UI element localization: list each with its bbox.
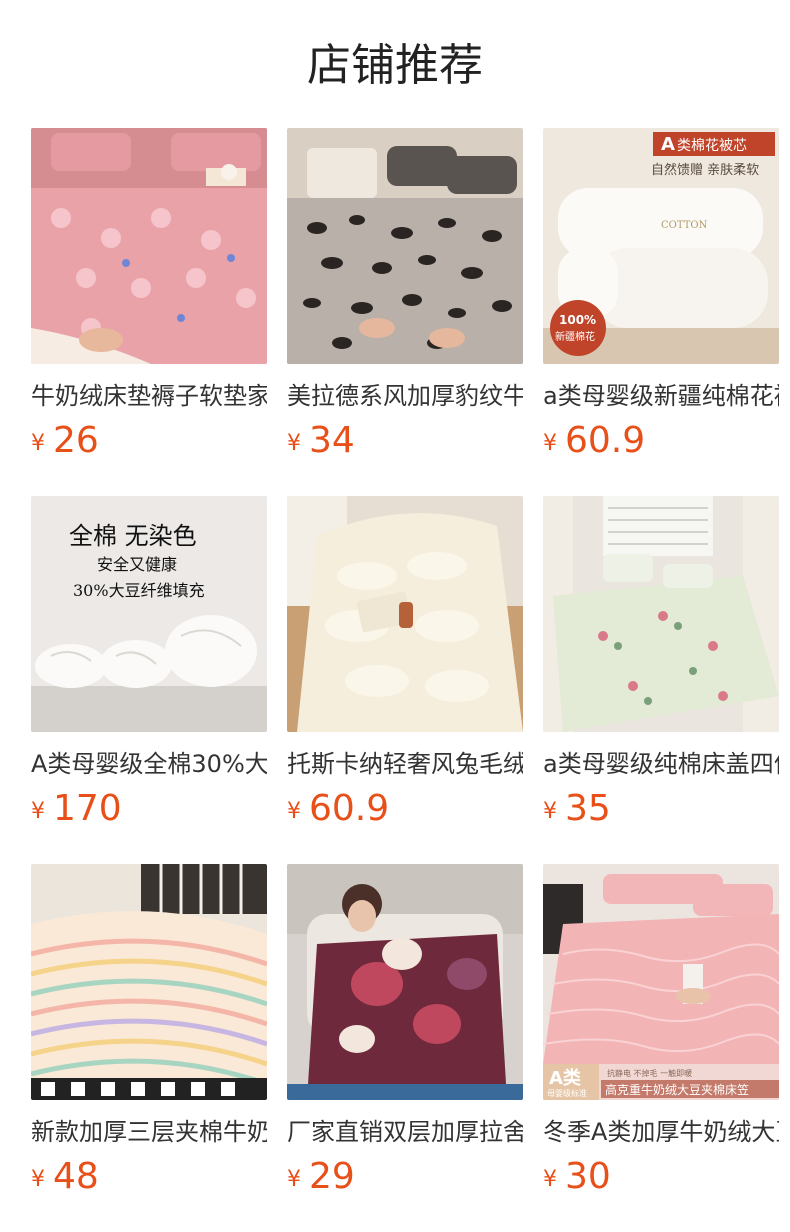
price-row: ¥26 — [31, 418, 99, 464]
product-price: 34 — [309, 420, 355, 461]
overlay-line3: 30%大豆纤维填充 — [73, 581, 205, 600]
price-row: ¥60.9 — [287, 786, 389, 832]
product-card[interactable]: a类母婴级纯棉床盖四件套 ¥35 — [543, 496, 779, 836]
price-row: ¥35 — [543, 786, 611, 832]
product-card[interactable]: A 类棉花被芯 自然馈赠 亲肤柔软 COTTON 100% 新疆棉花 a类母婴级… — [543, 128, 779, 468]
price-row: ¥48 — [31, 1154, 99, 1200]
product-card[interactable]: 全棉 无染色 安全又健康 30%大豆纤维填充 A类母婴级全棉30%大豆纤维被 ¥… — [31, 496, 267, 836]
a-class-badge: A类 — [549, 1067, 582, 1089]
currency-symbol: ¥ — [287, 431, 301, 456]
product-grid: 牛奶绒床垫褥子软垫家用卧室 ¥26 — [0, 0, 790, 1232]
product-card[interactable]: 厂家直销双层加厚拉舍尔毛毯 ¥29 — [287, 864, 523, 1204]
cream-fur-blanket-image[interactable] — [287, 496, 523, 732]
currency-symbol: ¥ — [287, 799, 301, 824]
product-price: 30 — [565, 1156, 611, 1197]
product-name[interactable]: a类母婴级新疆纯棉花被芯 — [543, 376, 779, 416]
floral-bedspread-image[interactable] — [543, 496, 779, 732]
cotton-tag: COTTON — [661, 220, 708, 231]
product-name[interactable]: 冬季A类加厚牛奶绒大豆夹棉床笠 — [543, 1112, 779, 1152]
currency-symbol: ¥ — [543, 431, 557, 456]
product-name[interactable]: 厂家直销双层加厚拉舍尔毛毯 — [287, 1112, 523, 1152]
strip-top: 抗静电 不掉毛 一触即暖 — [607, 1068, 692, 1078]
seal-bottom: 新疆棉花 — [555, 330, 595, 343]
price-row: ¥170 — [31, 786, 122, 832]
product-price: 170 — [53, 788, 122, 829]
product-name[interactable]: 美拉德系风加厚豹纹牛奶绒床笠 — [287, 376, 523, 416]
price-row: ¥34 — [287, 418, 355, 464]
currency-symbol: ¥ — [543, 1167, 557, 1192]
seal-top: 100% — [559, 313, 596, 327]
currency-symbol: ¥ — [31, 431, 45, 456]
product-card[interactable]: 托斯卡纳轻奢风兔毛绒毛毯 ¥60.9 — [287, 496, 523, 836]
badge-text: 类棉花被芯 — [677, 137, 747, 154]
product-card[interactable]: 新款加厚三层夹棉牛奶绒毯 ¥48 — [31, 864, 267, 1204]
product-card[interactable]: 牛奶绒床垫褥子软垫家用卧室 ¥26 — [31, 128, 267, 468]
product-price: 26 — [53, 420, 99, 461]
rolled-quilts-image[interactable]: 全棉 无染色 安全又健康 30%大豆纤维填充 — [31, 496, 267, 732]
floral-raschel-blanket-image[interactable] — [287, 864, 523, 1100]
badge-sub: 母婴级标准 — [547, 1088, 587, 1098]
currency-symbol: ¥ — [287, 1167, 301, 1192]
product-name[interactable]: A类母婴级全棉30%大豆纤维被 — [31, 744, 267, 784]
currency-symbol: ¥ — [31, 799, 45, 824]
badge-letter: A — [661, 134, 675, 155]
overlay-line1: 全棉 无染色 — [69, 522, 197, 550]
white-cotton-quilt-image[interactable]: A 类棉花被芯 自然馈赠 亲肤柔软 COTTON 100% 新疆棉花 — [543, 128, 779, 364]
striped-blanket-image[interactable] — [31, 864, 267, 1100]
leopard-print-bed-image[interactable] — [287, 128, 523, 364]
product-name[interactable]: 牛奶绒床垫褥子软垫家用卧室 — [31, 376, 267, 416]
product-price: 29 — [309, 1156, 355, 1197]
overlay-line2: 安全又健康 — [97, 555, 177, 574]
price-row: ¥29 — [287, 1154, 355, 1200]
price-row: ¥30 — [543, 1154, 611, 1200]
product-name[interactable]: a类母婴级纯棉床盖四件套 — [543, 744, 779, 784]
currency-symbol: ¥ — [543, 799, 557, 824]
product-card[interactable]: 美拉德系风加厚豹纹牛奶绒床笠 ¥34 — [287, 128, 523, 468]
product-name[interactable]: 托斯卡纳轻奢风兔毛绒毛毯 — [287, 744, 523, 784]
promo-strip: 高克重牛奶绒大豆夹棉床笠 — [605, 1082, 749, 1097]
sub-caption: 自然馈赠 亲肤柔软 — [651, 162, 759, 178]
currency-symbol: ¥ — [31, 1167, 45, 1192]
pink-mattress-pad-image[interactable] — [31, 128, 267, 364]
product-name[interactable]: 新款加厚三层夹棉牛奶绒毯 — [31, 1112, 267, 1152]
product-price: 35 — [565, 788, 611, 829]
product-price: 48 — [53, 1156, 99, 1197]
product-price: 60.9 — [309, 788, 390, 829]
product-price: 60.9 — [565, 420, 646, 461]
price-row: ¥60.9 — [543, 418, 645, 464]
product-card[interactable]: A类 母婴级标准 抗静电 不掉毛 一触即暖 高克重牛奶绒大豆夹棉床笠 冬季A类加… — [543, 864, 779, 1204]
pink-fitted-sheet-image[interactable]: A类 母婴级标准 抗静电 不掉毛 一触即暖 高克重牛奶绒大豆夹棉床笠 — [543, 864, 779, 1100]
